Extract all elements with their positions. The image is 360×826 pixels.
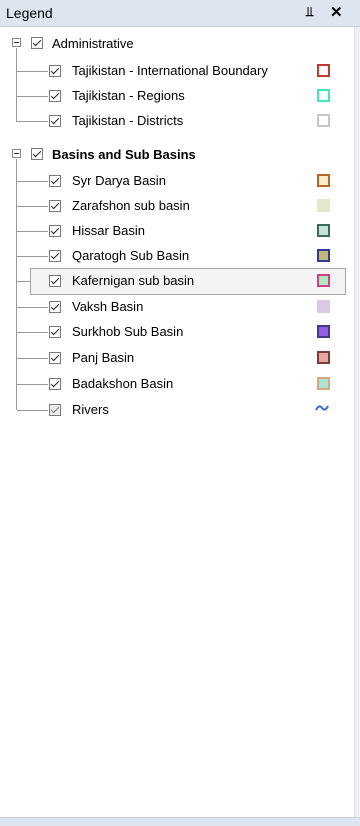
qaratogh-swatch-icon: [317, 249, 330, 262]
checkbox-syr-darya[interactable]: [49, 175, 61, 187]
layer-badakshon[interactable]: Badakshon Basin: [72, 376, 173, 392]
checkbox-international-boundary[interactable]: [49, 65, 61, 77]
pin-icon[interactable]: ⫫: [306, 4, 313, 20]
checkbox-regions[interactable]: [49, 90, 61, 102]
kafernigan-swatch-icon: [317, 274, 330, 287]
collapse-administrative-icon[interactable]: [12, 38, 21, 47]
tree-connector: [17, 307, 48, 308]
layer-regions[interactable]: Tajikistan - Regions: [72, 88, 185, 104]
layer-districts[interactable]: Tajikistan - Districts: [72, 113, 183, 129]
badakshon-swatch-icon: [317, 377, 330, 390]
group-label-administrative: Administrative: [52, 36, 134, 51]
legend-title-bar: Legend ⫫ ✕: [0, 0, 360, 27]
tree-connector: [17, 256, 48, 257]
checkbox-vaksh[interactable]: [49, 301, 61, 313]
checkbox-hissar[interactable]: [49, 225, 61, 237]
panel-title: Legend: [6, 5, 53, 21]
checkbox-administrative[interactable]: [31, 37, 43, 49]
layer-rivers[interactable]: Rivers: [72, 402, 109, 418]
checkbox-rivers[interactable]: [49, 404, 61, 416]
panj-swatch-icon: [317, 351, 330, 364]
checkbox-qaratogh[interactable]: [49, 250, 61, 262]
group-label-basins: Basins and Sub Basins: [52, 147, 196, 162]
tree-connector: [17, 410, 48, 411]
checkbox-panj[interactable]: [49, 352, 61, 364]
districts-swatch-icon: [317, 114, 330, 127]
checkbox-badakshon[interactable]: [49, 378, 61, 390]
boundary-swatch-icon: [317, 64, 330, 77]
tree-connector: [17, 181, 48, 182]
tree-connector: [16, 159, 17, 410]
vaksh-swatch-icon: [317, 300, 330, 313]
tree-connector: [17, 332, 48, 333]
syr-darya-swatch-icon: [317, 174, 330, 187]
layer-vaksh[interactable]: Vaksh Basin: [72, 299, 143, 315]
layer-kafernigan[interactable]: Kafernigan sub basin: [72, 273, 194, 289]
tree-connector: [17, 71, 48, 72]
tree-connector: [17, 384, 48, 385]
layer-international-boundary[interactable]: Tajikistan - International Boundary: [72, 63, 268, 79]
checkbox-kafernigan[interactable]: [49, 275, 61, 287]
tree-connector: [17, 358, 48, 359]
close-icon[interactable]: ✕: [330, 3, 343, 21]
wavy-line-icon: [315, 405, 329, 411]
layer-zarafshon[interactable]: Zarafshon sub basin: [72, 198, 190, 214]
layer-qaratogh[interactable]: Qaratogh Sub Basin: [72, 248, 189, 264]
checkbox-basins[interactable]: [31, 148, 43, 160]
layer-syr-darya[interactable]: Syr Darya Basin: [72, 173, 166, 189]
hissar-swatch-icon: [317, 224, 330, 237]
checkbox-districts[interactable]: [49, 115, 61, 127]
legend-tree: [0, 27, 354, 817]
layer-panj[interactable]: Panj Basin: [72, 350, 134, 366]
tree-connector: [17, 206, 48, 207]
tree-connector: [16, 48, 17, 122]
tree-connector: [17, 96, 48, 97]
collapse-basins-icon[interactable]: [12, 149, 21, 158]
layer-surkhob[interactable]: Surkhob Sub Basin: [72, 324, 183, 340]
surkhob-swatch-icon: [317, 325, 330, 338]
tree-connector: [17, 121, 48, 122]
checkbox-zarafshon[interactable]: [49, 200, 61, 212]
tree-connector: [17, 231, 48, 232]
layer-hissar[interactable]: Hissar Basin: [72, 223, 145, 239]
vertical-scrollbar[interactable]: [354, 27, 360, 817]
zarafshon-swatch-icon: [317, 199, 330, 212]
checkbox-surkhob[interactable]: [49, 326, 61, 338]
regions-swatch-icon: [317, 89, 330, 102]
